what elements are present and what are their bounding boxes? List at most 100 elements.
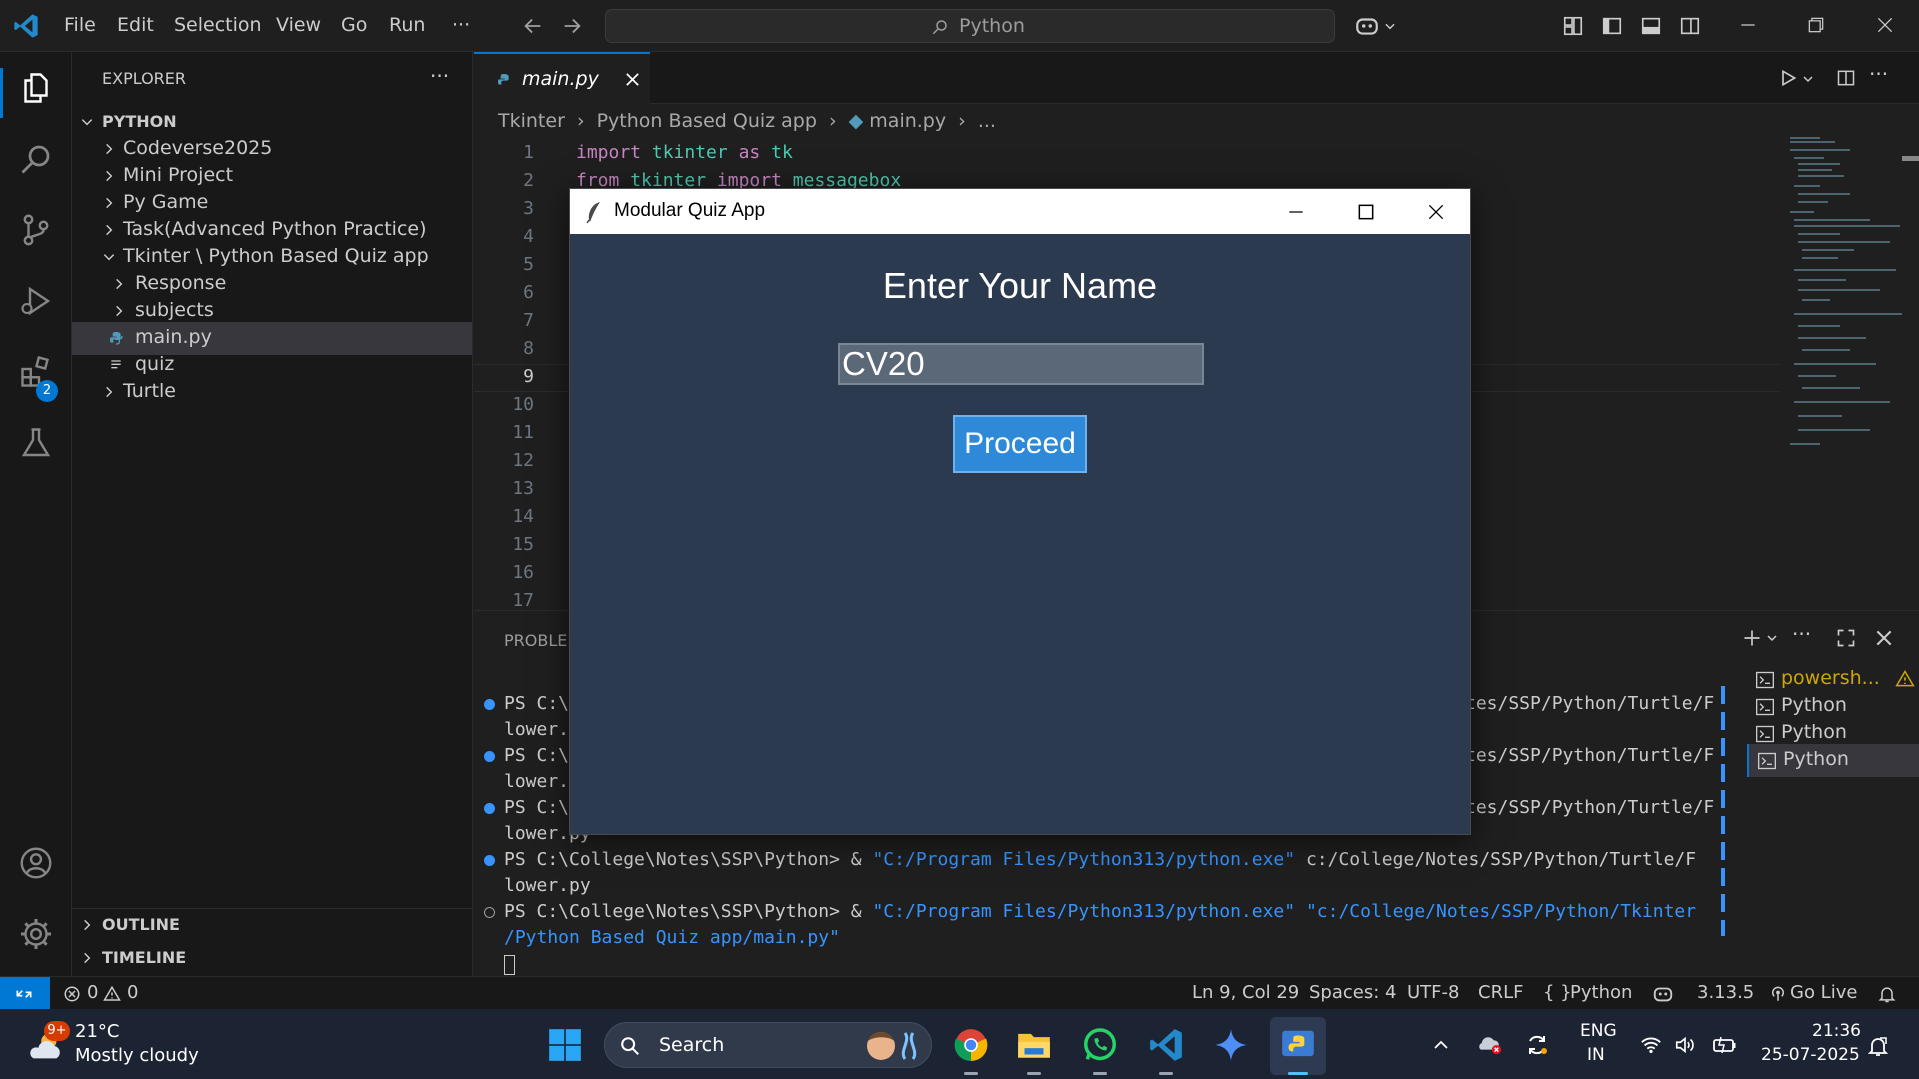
customize-layout-icon[interactable] bbox=[1562, 15, 1584, 37]
breadcrumb-symbol[interactable]: ... bbox=[978, 110, 996, 132]
testing-flask-icon[interactable] bbox=[18, 425, 54, 461]
minimap[interactable] bbox=[1780, 130, 1905, 460]
timeline-section[interactable]: TIMELINE bbox=[72, 942, 472, 975]
sync-icon[interactable] bbox=[1525, 1033, 1549, 1057]
minimize-window-icon[interactable] bbox=[1286, 202, 1306, 222]
chevron-down-icon[interactable] bbox=[1383, 19, 1397, 33]
panel-more-button[interactable]: ··· bbox=[1792, 622, 1811, 646]
wifi-icon[interactable] bbox=[1640, 1034, 1662, 1056]
breadcrumb-tkinter[interactable]: Tkinter bbox=[498, 110, 565, 132]
chevron-right-icon bbox=[80, 951, 94, 965]
menu-go[interactable]: Go bbox=[341, 14, 367, 36]
quiz-window-titlebar[interactable]: Modular Quiz App bbox=[570, 189, 1470, 234]
python-version[interactable]: 3.13.5 bbox=[1697, 982, 1754, 1003]
indentation[interactable]: Spaces: 4 bbox=[1309, 982, 1396, 1003]
search-icon bbox=[619, 1035, 641, 1057]
close-icon[interactable] bbox=[624, 71, 641, 88]
warning-icon[interactable] bbox=[103, 985, 121, 1003]
explorer-more-button[interactable]: ··· bbox=[430, 64, 449, 88]
split-editor-icon[interactable] bbox=[1836, 68, 1856, 88]
explorer-icon[interactable] bbox=[18, 70, 54, 106]
onedrive-error-icon[interactable] bbox=[1478, 1034, 1502, 1056]
remote-indicator[interactable] bbox=[0, 977, 50, 1010]
clock-date[interactable]: 25-07-2025 bbox=[1761, 1045, 1860, 1065]
chevron-up-icon[interactable] bbox=[1432, 1036, 1450, 1054]
vscode-taskbar-icon[interactable] bbox=[1147, 1026, 1185, 1064]
language-mode[interactable]: Python bbox=[1570, 982, 1632, 1003]
tab-main-py[interactable]: main.py bbox=[474, 52, 650, 104]
menu-more[interactable]: ··· bbox=[452, 14, 470, 36]
settings-gear-icon[interactable] bbox=[18, 916, 54, 952]
terminal-operator: & bbox=[850, 901, 873, 922]
warning-count[interactable]: 0 bbox=[127, 982, 138, 1003]
account-icon[interactable] bbox=[18, 845, 54, 881]
whatsapp-icon[interactable] bbox=[1081, 1026, 1119, 1064]
close-window-icon[interactable] bbox=[1426, 202, 1446, 222]
weather-widget[interactable]: 9+ bbox=[22, 1021, 70, 1067]
scrollbar-thumb[interactable] bbox=[1902, 156, 1919, 161]
breadcrumb-folder[interactable]: Python Based Quiz app bbox=[597, 110, 817, 132]
search-icon[interactable] bbox=[18, 141, 54, 177]
bell-icon[interactable] bbox=[1877, 984, 1897, 1004]
outline-section[interactable]: OUTLINE bbox=[72, 909, 472, 942]
chrome-icon[interactable] bbox=[952, 1026, 990, 1064]
source-control-icon[interactable] bbox=[18, 212, 54, 248]
quiz-heading: Enter Your Name bbox=[882, 265, 1158, 306]
menu-selection[interactable]: Selection bbox=[174, 14, 262, 36]
battery-icon[interactable] bbox=[1712, 1034, 1738, 1056]
close-window-icon[interactable] bbox=[1875, 15, 1895, 35]
terminal-list-item-python-3[interactable]: Python bbox=[1747, 744, 1919, 777]
terminal-list-label: Python bbox=[1781, 694, 1847, 716]
weather-temperature[interactable]: 21°C bbox=[75, 1021, 119, 1042]
toggle-secondary-sidebar-icon[interactable] bbox=[1679, 15, 1701, 37]
keyboard-language[interactable]: ENG bbox=[1580, 1021, 1617, 1041]
back-arrow-icon[interactable] bbox=[522, 15, 544, 37]
clock-time[interactable]: 21:36 bbox=[1812, 1021, 1861, 1041]
code-line-1: import tkinter as tk bbox=[576, 142, 793, 163]
editor-more-button[interactable]: ··· bbox=[1869, 62, 1888, 86]
keyboard-region[interactable]: IN bbox=[1587, 1045, 1605, 1065]
menu-run[interactable]: Run bbox=[389, 14, 425, 36]
run-debug-icon[interactable] bbox=[18, 283, 54, 319]
minimize-window-icon[interactable] bbox=[1738, 15, 1758, 35]
code-alias: tk bbox=[771, 142, 793, 163]
error-count[interactable]: 0 bbox=[87, 982, 98, 1003]
breadcrumb-file[interactable]: main.py bbox=[869, 110, 946, 132]
go-live-button[interactable]: Go Live bbox=[1790, 982, 1857, 1003]
proceed-button[interactable]: Proceed bbox=[953, 415, 1087, 473]
command-center-search[interactable]: Python bbox=[605, 9, 1335, 43]
taskbar-search[interactable]: Search bbox=[604, 1022, 932, 1068]
new-terminal-icon[interactable] bbox=[1742, 628, 1762, 648]
windows-start-icon[interactable] bbox=[546, 1026, 584, 1064]
file-explorer-icon[interactable] bbox=[1015, 1026, 1053, 1064]
toggle-panel-icon[interactable] bbox=[1640, 15, 1662, 37]
menu-edit[interactable]: Edit bbox=[117, 14, 154, 36]
encoding[interactable]: UTF-8 bbox=[1407, 982, 1459, 1003]
tree-folder-turtle[interactable]: Turtle bbox=[72, 376, 472, 409]
maximize-window-icon[interactable] bbox=[1356, 202, 1376, 222]
python-tkinter-app-icon[interactable] bbox=[1279, 1026, 1317, 1064]
name-input[interactable] bbox=[838, 343, 1204, 385]
end-of-line[interactable]: CRLF bbox=[1478, 982, 1523, 1003]
gemini-icon[interactable] bbox=[1212, 1026, 1250, 1064]
restore-window-icon[interactable] bbox=[1806, 15, 1826, 35]
toggle-sidebar-icon[interactable] bbox=[1601, 15, 1623, 37]
error-icon[interactable] bbox=[63, 985, 81, 1003]
chevron-down-icon[interactable] bbox=[1802, 73, 1814, 85]
forward-arrow-icon[interactable] bbox=[561, 15, 583, 37]
menu-file[interactable]: File bbox=[64, 14, 96, 36]
weather-description[interactable]: Mostly cloudy bbox=[75, 1045, 199, 1066]
cursor-position[interactable]: Ln 9, Col 29 bbox=[1192, 982, 1299, 1003]
run-file-icon[interactable] bbox=[1778, 68, 1798, 88]
copilot-icon[interactable] bbox=[1652, 983, 1674, 1005]
maximize-panel-icon[interactable] bbox=[1836, 628, 1856, 648]
chevron-down-icon[interactable] bbox=[1766, 632, 1778, 644]
close-panel-icon[interactable] bbox=[1874, 628, 1894, 648]
broadcast-icon bbox=[1769, 985, 1787, 1003]
notification-bell-icon[interactable] bbox=[1866, 1034, 1890, 1058]
volume-icon[interactable] bbox=[1674, 1034, 1696, 1056]
copilot-icon[interactable] bbox=[1354, 13, 1380, 39]
menu-view[interactable]: View bbox=[276, 14, 321, 36]
terminal-line: PS C:\College\Notes\SSP\Python> & "C:/Pr… bbox=[504, 849, 1696, 870]
terminal-scroll-markers bbox=[1721, 686, 1725, 936]
